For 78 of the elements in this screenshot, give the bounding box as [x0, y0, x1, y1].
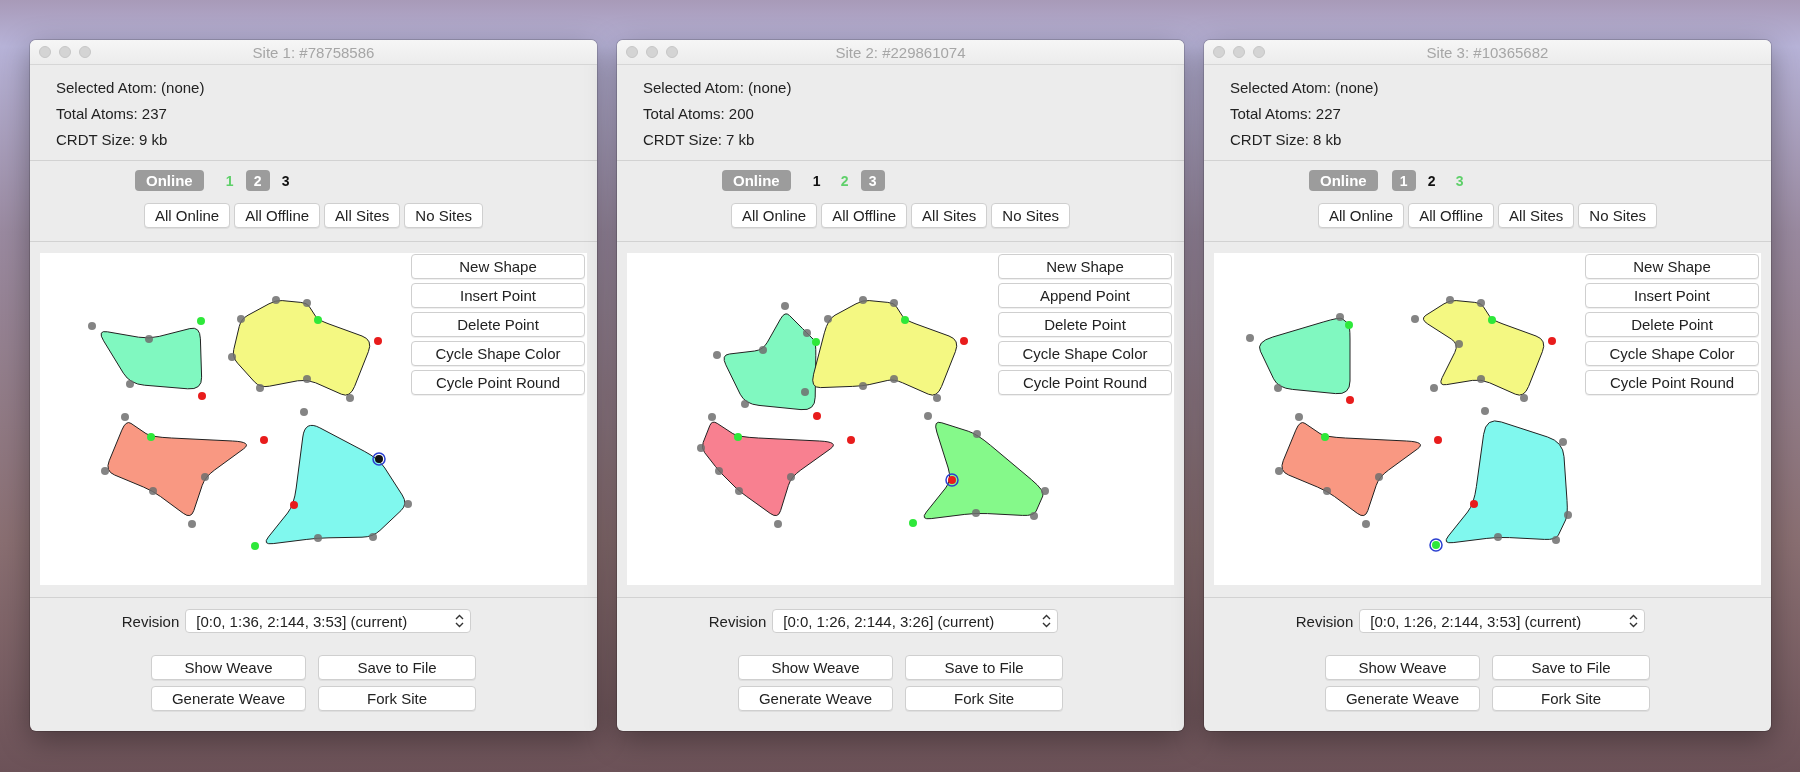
shape-drawing[interactable] [812, 296, 968, 402]
info-text: Selected Atom: (none) [1230, 79, 1380, 97]
site-filter-button[interactable]: All Online [731, 203, 818, 228]
tool-button[interactable]: New Shape [411, 254, 585, 279]
chevron-icon [1042, 614, 1052, 628]
site-filter-button[interactable]: All Offline [821, 203, 908, 228]
tool-button[interactable]: Insert Point [1585, 283, 1759, 308]
shape-drawing[interactable] [1275, 413, 1442, 528]
tool-button[interactable]: Append Point [998, 283, 1172, 308]
chevron-icon [1629, 614, 1639, 628]
info-text: Total Atoms: 200 [643, 105, 755, 123]
revision-select[interactable]: [0:0, 1:26, 2:144, 3:53] (current) [1359, 609, 1646, 633]
shape-drawing[interactable] [228, 296, 382, 402]
site-filter-button[interactable]: All Online [144, 203, 231, 228]
site-filter-button[interactable]: All Sites [1498, 203, 1575, 228]
info-text: Total Atoms: 227 [1230, 105, 1342, 123]
action-button[interactable]: Save to File [905, 655, 1063, 680]
info-text: CRDT Size: 9 kb [56, 131, 169, 149]
drawing-canvas[interactable]: New Shape Append Point Delete Point Cycle Shape Color Cycle Point Round [627, 253, 1174, 585]
shape-drawing[interactable] [697, 413, 855, 528]
info-text: Selected Atom: (none) [643, 79, 793, 97]
revision-select[interactable]: [0:0, 1:36, 2:144, 3:53] (current) [185, 609, 472, 633]
tool-button[interactable]: Cycle Point Round [998, 370, 1172, 395]
site-toggle[interactable]: 2 [1419, 170, 1444, 191]
shape-drawing[interactable] [713, 302, 821, 420]
tool-button[interactable]: Delete Point [1585, 312, 1759, 337]
tool-button[interactable]: Cycle Shape Color [998, 341, 1172, 366]
info-text: CRDT Size: 7 kb [643, 131, 756, 149]
action-button[interactable]: Fork Site [1492, 686, 1650, 711]
shape-drawing[interactable] [1411, 296, 1556, 402]
site-filter-button[interactable]: No Sites [404, 203, 483, 228]
action-button[interactable]: Fork Site [905, 686, 1063, 711]
drawing-canvas[interactable]: New Shape Insert Point Delete Point Cycle Shape Color Cycle Point Round [40, 253, 587, 585]
site-filter-button[interactable]: All Offline [234, 203, 321, 228]
window-title: Site 1: #78758586 [252, 43, 375, 61]
action-button[interactable]: Generate Weave [738, 686, 893, 711]
tool-button[interactable]: New Shape [1585, 254, 1759, 279]
site-filter-button[interactable]: All Offline [1408, 203, 1495, 228]
tool-button[interactable]: Cycle Shape Color [411, 341, 585, 366]
action-button[interactable]: Save to File [318, 655, 476, 680]
tool-button[interactable]: Cycle Shape Color [1585, 341, 1759, 366]
shape-drawing[interactable] [251, 408, 412, 550]
action-button[interactable]: Fork Site [318, 686, 476, 711]
info-text: Total Atoms: 237 [56, 105, 168, 123]
site-toggle[interactable]: 1 [804, 170, 829, 191]
site-filter-button[interactable]: All Online [1318, 203, 1405, 228]
tool-button[interactable]: New Shape [998, 254, 1172, 279]
site-filter-button[interactable]: All Sites [324, 203, 401, 228]
shape-drawing[interactable] [88, 317, 206, 400]
action-button[interactable]: Show Weave [738, 655, 893, 680]
revision-label: Revision [708, 612, 767, 630]
site-filter-button[interactable]: All Sites [911, 203, 988, 228]
site-toggle[interactable]: 3 [273, 170, 298, 191]
action-button[interactable]: Generate Weave [1325, 686, 1480, 711]
site-filter-button[interactable]: No Sites [1578, 203, 1657, 228]
shape-drawing[interactable] [1429, 407, 1572, 552]
action-button[interactable]: Show Weave [1325, 655, 1480, 680]
action-button[interactable]: Show Weave [151, 655, 306, 680]
window-title: Site 3: #10365682 [1426, 43, 1549, 61]
info-text: Selected Atom: (none) [56, 79, 206, 97]
action-button[interactable]: Generate Weave [151, 686, 306, 711]
revision-label: Revision [1295, 612, 1354, 630]
tool-button[interactable]: Delete Point [411, 312, 585, 337]
shape-drawing[interactable] [1246, 313, 1354, 404]
shape-drawing[interactable] [101, 413, 268, 528]
revision-select[interactable]: [0:0, 1:26, 2:144, 3:26] (current) [772, 609, 1059, 633]
tool-button[interactable]: Cycle Point Round [411, 370, 585, 395]
revision-label: Revision [121, 612, 180, 630]
action-button[interactable]: Save to File [1492, 655, 1650, 680]
shape-drawing[interactable] [909, 412, 1049, 527]
info-text: CRDT Size: 8 kb [1230, 131, 1343, 149]
tool-button[interactable]: Cycle Point Round [1585, 370, 1759, 395]
tool-button[interactable]: Insert Point [411, 283, 585, 308]
drawing-canvas[interactable]: New Shape Insert Point Delete Point Cycle Shape Color Cycle Point Round [1214, 253, 1761, 585]
tool-button[interactable]: Delete Point [998, 312, 1172, 337]
window-title: Site 2: #229861074 [835, 43, 966, 61]
chevron-icon [455, 614, 465, 628]
site-filter-button[interactable]: No Sites [991, 203, 1070, 228]
